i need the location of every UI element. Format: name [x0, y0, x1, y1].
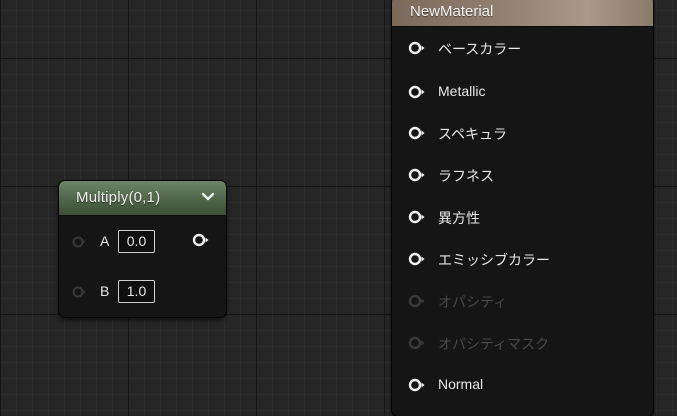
- material-input-label: スペキュラ: [438, 126, 508, 142]
- multiply-input-b: B 1.0: [59, 280, 226, 304]
- circle-arrow-pin-icon: [408, 294, 425, 308]
- circle-pin-icon[interactable]: [72, 235, 86, 249]
- input-a-value-field[interactable]: 0.0: [118, 230, 155, 253]
- material-input-normal: Normal: [392, 373, 653, 397]
- material-input-label: エミッシブカラー: [438, 252, 550, 268]
- multiply-node-title: Multiply(0,1): [76, 189, 161, 206]
- material-input-opacity: オパシティ: [392, 289, 653, 313]
- circle-arrow-pin-icon[interactable]: [408, 210, 426, 224]
- new-material-node[interactable]: NewMaterial ベースカラー Metallic スペキュラ ラフネス 異…: [392, 0, 653, 416]
- multiply-node[interactable]: Multiply(0,1) A 0.0 B 1.0: [59, 181, 226, 317]
- circle-arrow-pin-icon[interactable]: [408, 378, 426, 392]
- material-input-label: ラフネス: [438, 168, 494, 184]
- material-input-label: Normal: [438, 376, 484, 392]
- material-input-label: オパシティ: [438, 294, 508, 310]
- material-node-title: NewMaterial: [410, 3, 494, 20]
- material-input-emissive-color: エミッシブカラー: [392, 247, 653, 271]
- material-input-label: オパシティマスク: [438, 336, 550, 352]
- circle-arrow-pin-icon[interactable]: [192, 233, 210, 247]
- input-b-value-field[interactable]: 1.0: [118, 280, 155, 303]
- multiply-node-header[interactable]: Multiply(0,1): [59, 181, 226, 216]
- material-input-label: Metallic: [438, 83, 486, 99]
- material-input-specular: スペキュラ: [392, 121, 653, 145]
- material-input-base-color: ベースカラー: [392, 36, 653, 60]
- material-input-label: 異方性: [438, 210, 480, 226]
- input-b-label: B: [100, 283, 110, 299]
- circle-arrow-pin-icon[interactable]: [408, 126, 426, 140]
- circle-arrow-pin-icon[interactable]: [408, 168, 426, 182]
- circle-arrow-pin-icon: [408, 336, 425, 350]
- material-input-metallic: Metallic: [392, 80, 653, 104]
- material-graph-canvas[interactable]: Multiply(0,1) A 0.0 B 1.0 NewMaterial ベー…: [0, 0, 677, 416]
- circle-pin-icon[interactable]: [72, 285, 86, 299]
- material-input-label: ベースカラー: [438, 41, 522, 57]
- material-node-header[interactable]: NewMaterial: [392, 0, 653, 27]
- material-input-opacity-mask: オパシティマスク: [392, 331, 653, 355]
- circle-arrow-pin-icon[interactable]: [408, 41, 426, 55]
- material-input-roughness: ラフネス: [392, 163, 653, 187]
- material-input-anisotropy: 異方性: [392, 205, 653, 229]
- input-a-label: A: [100, 233, 110, 249]
- chevron-down-icon[interactable]: [201, 190, 215, 204]
- circle-arrow-pin-icon[interactable]: [408, 85, 426, 99]
- circle-arrow-pin-icon[interactable]: [408, 252, 426, 266]
